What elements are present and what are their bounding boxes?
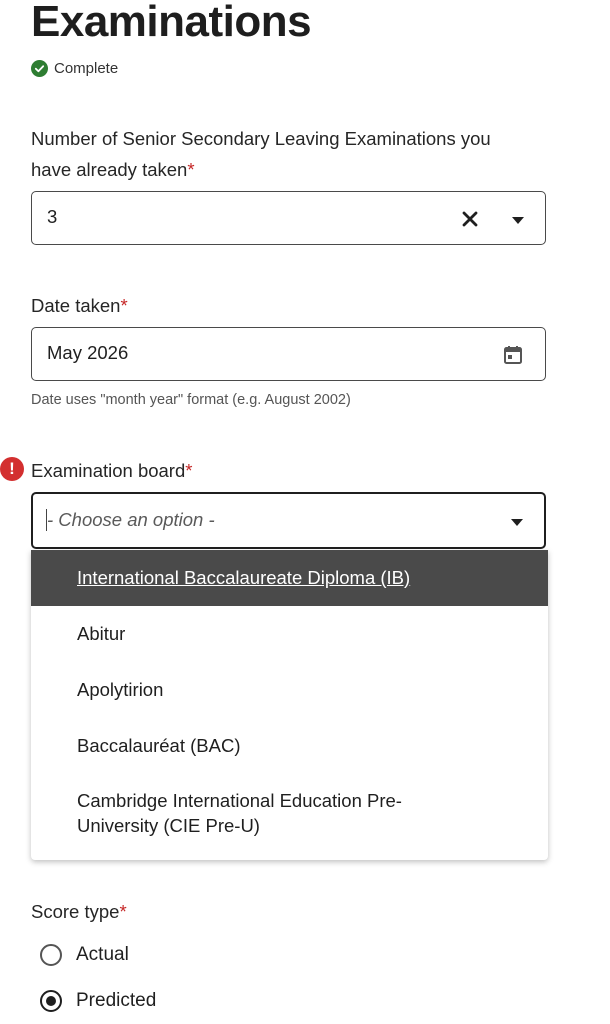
score-type-predicted-option[interactable]: Predicted bbox=[40, 990, 156, 1012]
radio-button-predicted[interactable] bbox=[40, 990, 62, 1012]
date-taken-label: Date taken* bbox=[31, 290, 128, 321]
dropdown-option-cie-line1: Cambridge International Education Pre- bbox=[77, 790, 402, 811]
required-mark: * bbox=[120, 295, 128, 316]
exams-taken-select[interactable]: 3 bbox=[31, 191, 546, 245]
calendar-icon[interactable] bbox=[502, 344, 524, 366]
score-type-actual-option[interactable]: Actual bbox=[40, 944, 129, 966]
exams-taken-label: Number of Senior Secondary Leaving Exami… bbox=[31, 123, 491, 185]
radio-label-actual: Actual bbox=[76, 944, 129, 965]
exam-board-dropdown: International Baccalaureate Diploma (IB)… bbox=[31, 550, 548, 860]
dropdown-option-ib[interactable]: International Baccalaureate Diploma (IB) bbox=[31, 550, 548, 606]
exam-board-label: Examination board* bbox=[31, 455, 192, 486]
date-taken-value: May 2026 bbox=[47, 342, 129, 363]
chevron-down-icon[interactable] bbox=[511, 519, 523, 526]
radio-label-predicted: Predicted bbox=[76, 990, 157, 1011]
error-icon: ! bbox=[0, 457, 24, 481]
exam-board-select[interactable]: - Choose an option - bbox=[31, 492, 546, 549]
date-taken-input[interactable]: May 2026 bbox=[31, 327, 546, 381]
dropdown-option-abitur[interactable]: Abitur bbox=[31, 606, 548, 662]
examinations-page: Examinations Complete Number of Senior S… bbox=[0, 0, 610, 1024]
exams-taken-value: 3 bbox=[47, 206, 58, 227]
exams-taken-label-line2: have already taken bbox=[31, 159, 188, 180]
dropdown-option-cie-pre-u[interactable]: Cambridge International Education Pre- U… bbox=[31, 788, 548, 838]
dropdown-option-cie-line2: University (CIE Pre-U) bbox=[77, 815, 260, 836]
required-mark: * bbox=[185, 460, 193, 481]
required-mark: * bbox=[119, 901, 127, 922]
exam-board-label-text: Examination board bbox=[31, 460, 186, 481]
date-format-hint: Date uses "month year" format (e.g. Augu… bbox=[31, 392, 351, 408]
date-taken-label-text: Date taken bbox=[31, 295, 121, 316]
score-type-label: Score type* bbox=[31, 896, 127, 927]
page-title: Examinations bbox=[31, 0, 312, 46]
exam-board-placeholder: - Choose an option - bbox=[47, 509, 215, 530]
dropdown-option-bac[interactable]: Baccalauréat (BAC) bbox=[31, 718, 548, 774]
required-mark: * bbox=[187, 159, 195, 180]
status-label: Complete bbox=[54, 60, 119, 77]
clear-icon[interactable] bbox=[460, 209, 480, 229]
status-indicator: Complete bbox=[31, 60, 118, 77]
dropdown-option-apolytirion[interactable]: Apolytirion bbox=[31, 662, 548, 718]
exams-taken-label-line1: Number of Senior Secondary Leaving Exami… bbox=[31, 128, 491, 149]
radio-button-actual[interactable] bbox=[40, 944, 62, 966]
chevron-down-icon[interactable] bbox=[512, 217, 524, 224]
check-circle-icon bbox=[31, 60, 48, 77]
score-type-label-text: Score type bbox=[31, 901, 120, 922]
